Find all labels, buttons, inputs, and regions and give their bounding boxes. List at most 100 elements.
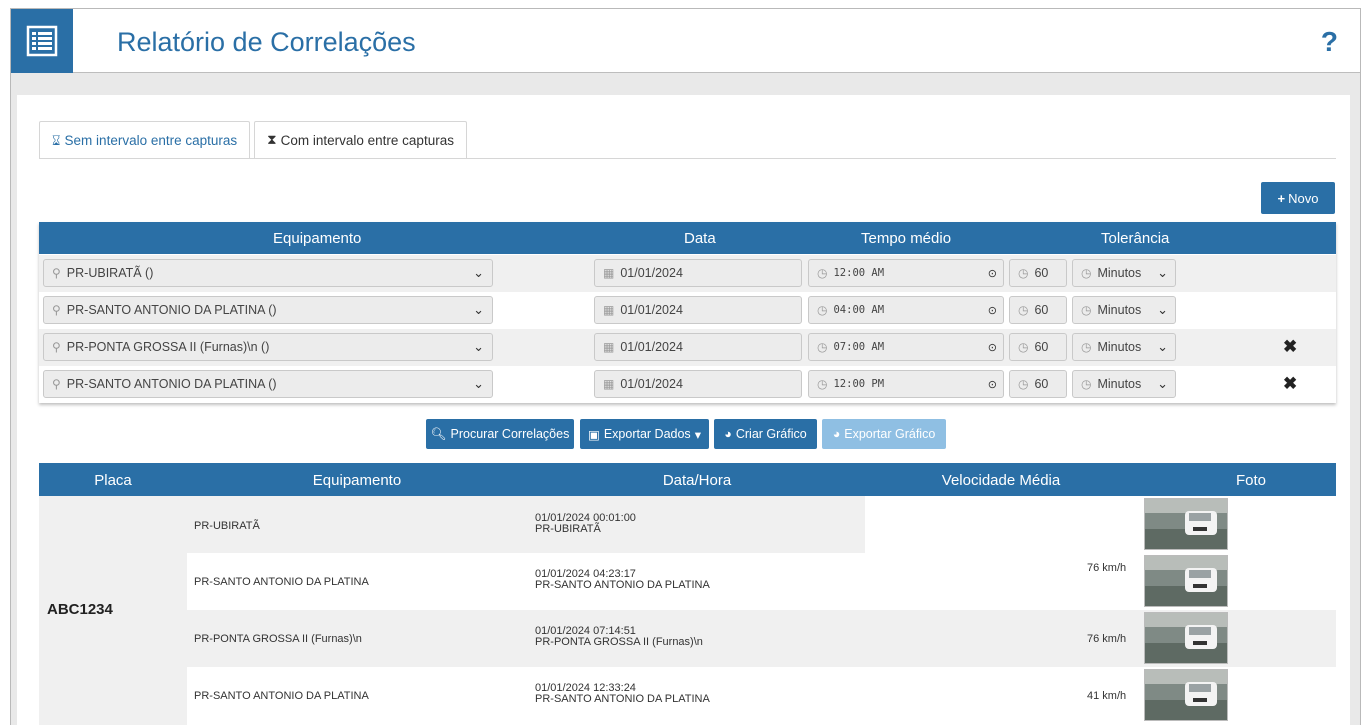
remove-row-icon[interactable]: ✖ [1283, 337, 1297, 357]
result-local: PR-PONTA GROSSA II (Furnas)\n [535, 636, 703, 648]
velocidade-media: 41 km/h [1087, 690, 1127, 702]
result-equipamento: PR-PONTA GROSSA II (Furnas)\n [194, 633, 362, 645]
unidade-select[interactable]: ◷ Minutos ⌄ [1072, 259, 1176, 287]
result-data-hora: 01/01/2024 04:23:17 PR-SANTO ANTONIO DA P… [535, 569, 710, 591]
exportar-dados-button[interactable]: ▣ Exportar Dados ▾ [580, 419, 709, 449]
unidade-select[interactable]: ◷ Minutos ⌄ [1072, 296, 1176, 324]
novo-button[interactable]: + Novo [1261, 182, 1335, 214]
chevron-down-icon: ⌄ [473, 302, 484, 317]
time-picker-icon[interactable]: ⊙ [988, 341, 997, 354]
plus-icon: + [1277, 190, 1286, 206]
exportar-grafico-button[interactable]: ◕ Exportar Gráfico [822, 419, 946, 449]
clock-icon: ◷ [1018, 303, 1029, 317]
time-input[interactable]: ◷ 07:00 AM ⊙ [808, 333, 1004, 361]
header-equipamento: Equipamento [312, 472, 402, 489]
placa-cell: ABC1234 [39, 496, 187, 725]
equipamento-select[interactable]: ⚲ PR-SANTO ANTONIO DA PLATINA () ⌄ [43, 370, 493, 398]
equipamento-value: PR-SANTO ANTONIO DA PLATINA () [66, 377, 277, 391]
equipamento-select[interactable]: ⚲ PR-SANTO ANTONIO DA PLATINA () ⌄ [43, 296, 493, 324]
pie-chart-icon: ◕ [832, 427, 841, 441]
time-picker-icon[interactable]: ⊙ [988, 378, 997, 391]
tab-label: Sem intervalo entre capturas [64, 133, 238, 148]
remove-row-icon[interactable]: ✖ [1283, 374, 1297, 394]
equipamento-value: PR-SANTO ANTONIO DA PLATINA () [66, 303, 277, 317]
tab-label: Com intervalo entre capturas [280, 132, 454, 148]
vehicle-photo[interactable] [1144, 555, 1228, 607]
button-label: Procurar Correlações [450, 427, 570, 441]
date-input[interactable]: ▦ 01/01/2024 [594, 259, 802, 287]
hourglass-full-icon: ⧗ [267, 132, 277, 147]
vehicle-photo[interactable] [1144, 669, 1228, 721]
equipamento-select[interactable]: ⚲ PR-UBIRATÃ () ⌄ [43, 259, 493, 287]
map-pin-icon: ⚲ [52, 340, 61, 354]
tab-bar: ⌛︎ Sem intervalo entre capturas ⧗ Com in… [39, 121, 471, 159]
time-input[interactable]: ◷ 12:00 AM ⊙ [808, 259, 1004, 287]
date-value: 01/01/2024 [620, 340, 683, 354]
date-value: 01/01/2024 [620, 266, 683, 280]
vehicle-photo[interactable] [1144, 612, 1228, 664]
date-input[interactable]: ▦ 01/01/2024 [594, 370, 802, 398]
menu-button[interactable] [11, 9, 73, 73]
chevron-down-icon: ⌄ [1157, 376, 1168, 391]
hourglass-empty-icon: ⌛︎ [52, 132, 61, 148]
tempo-input[interactable]: ◷ 60 [1009, 370, 1067, 398]
button-label: Exportar Gráfico [844, 427, 936, 441]
result-local: PR-SANTO ANTONIO DA PLATINA [535, 693, 710, 705]
chevron-down-icon: ⌄ [473, 376, 484, 391]
header-tolerancia: Tolerância [1101, 230, 1170, 247]
tab-com-intervalo[interactable]: ⧗ Com intervalo entre capturas [254, 121, 467, 158]
novo-label: Novo [1288, 190, 1319, 206]
date-input[interactable]: ▦ 01/01/2024 [594, 333, 802, 361]
criar-grafico-button[interactable]: ◕ Criar Gráfico [714, 419, 817, 449]
vehicle-photo[interactable] [1144, 498, 1228, 550]
chevron-down-icon: ⌄ [473, 265, 484, 280]
equipamento-value: PR-UBIRATÃ () [66, 266, 154, 280]
tempo-input[interactable]: ◷ 60 [1009, 259, 1067, 287]
action-bar: 🔍︎ Procurar Correlações ▣ Exportar Dados ▾ … [17, 419, 1350, 449]
tempo-input[interactable]: ◷ 60 [1009, 296, 1067, 324]
result-data-hora: 01/01/2024 00:01:00 PR-UBIRATÃ [535, 513, 636, 535]
correlation-row: ⚲ PR-SANTO ANTONIO DA PLATINA () ⌄ ▦ 01/01/… [39, 292, 1336, 329]
correlation-row: ⚲ PR-UBIRATÃ () ⌄ ▦ 01/01/2024 ◷ 12:00 AM ⊙ ◷… [39, 255, 1336, 292]
top-bar: Relatório de Correlações ? [11, 9, 1360, 73]
clock-icon: ◷ [1081, 340, 1092, 354]
time-picker-icon[interactable]: ⊙ [988, 267, 997, 280]
date-value: 01/01/2024 [620, 377, 683, 391]
date-value: 01/01/2024 [620, 303, 683, 317]
equipamento-select[interactable]: ⚲ PR-PONTA GROSSA II (Furnas)\n () ⌄ [43, 333, 493, 361]
time-input[interactable]: ◷ 12:00 PM ⊙ [808, 370, 1004, 398]
clock-icon: ◷ [1018, 377, 1029, 391]
tempo-value: 60 [1034, 377, 1049, 391]
clock-icon: ◷ [1081, 266, 1092, 280]
button-label: Exportar Dados [603, 427, 691, 441]
clock-icon: ◷ [817, 377, 828, 391]
button-label: Criar Gráfico [735, 427, 807, 441]
chevron-down-icon: ⌄ [473, 339, 484, 354]
calendar-icon: ▦ [603, 303, 615, 317]
time-value: 04:00 AM [833, 304, 885, 316]
date-input[interactable]: ▦ 01/01/2024 [594, 296, 802, 324]
results-header: Placa Equipamento Data/Hora Velocidade M… [39, 463, 1336, 496]
unidade-select[interactable]: ◷ Minutos ⌄ [1072, 333, 1176, 361]
result-equipamento: PR-UBIRATÃ [194, 520, 260, 532]
tab-sem-intervalo[interactable]: ⌛︎ Sem intervalo entre capturas [39, 121, 251, 159]
calendar-icon: ▦ [603, 377, 615, 391]
main-content: ⌛︎ Sem intervalo entre capturas ⧗ Com in… [17, 95, 1350, 725]
result-equipamento: PR-SANTO ANTONIO DA PLATINA [194, 690, 369, 702]
map-pin-icon: ⚲ [52, 266, 61, 280]
time-value: 12:00 PM [833, 378, 885, 390]
time-input[interactable]: ◷ 04:00 AM ⊙ [808, 296, 1004, 324]
unidade-select[interactable]: ◷ Minutos ⌄ [1072, 370, 1176, 398]
correlation-row: ⚲ PR-PONTA GROSSA II (Furnas)\n () ⌄ ▦ 01/0… [39, 329, 1336, 366]
help-icon[interactable]: ? [1321, 26, 1338, 58]
velocidade-media: 76 km/h [1087, 562, 1127, 574]
chevron-down-icon: ⌄ [1157, 302, 1168, 317]
tempo-input[interactable]: ◷ 60 [1009, 333, 1067, 361]
header-velocidade: Velocidade Média [941, 472, 1061, 489]
unidade-value: Minutos [1097, 266, 1142, 280]
procurar-correlacoes-button[interactable]: 🔍︎ Procurar Correlações [426, 419, 574, 449]
file-excel-icon: ▣ [588, 427, 600, 442]
time-picker-icon[interactable]: ⊙ [988, 304, 997, 317]
header-foto: Foto [1235, 472, 1267, 489]
app-window: Relatório de Correlações ? ⌛︎ Sem interv… [10, 8, 1361, 725]
